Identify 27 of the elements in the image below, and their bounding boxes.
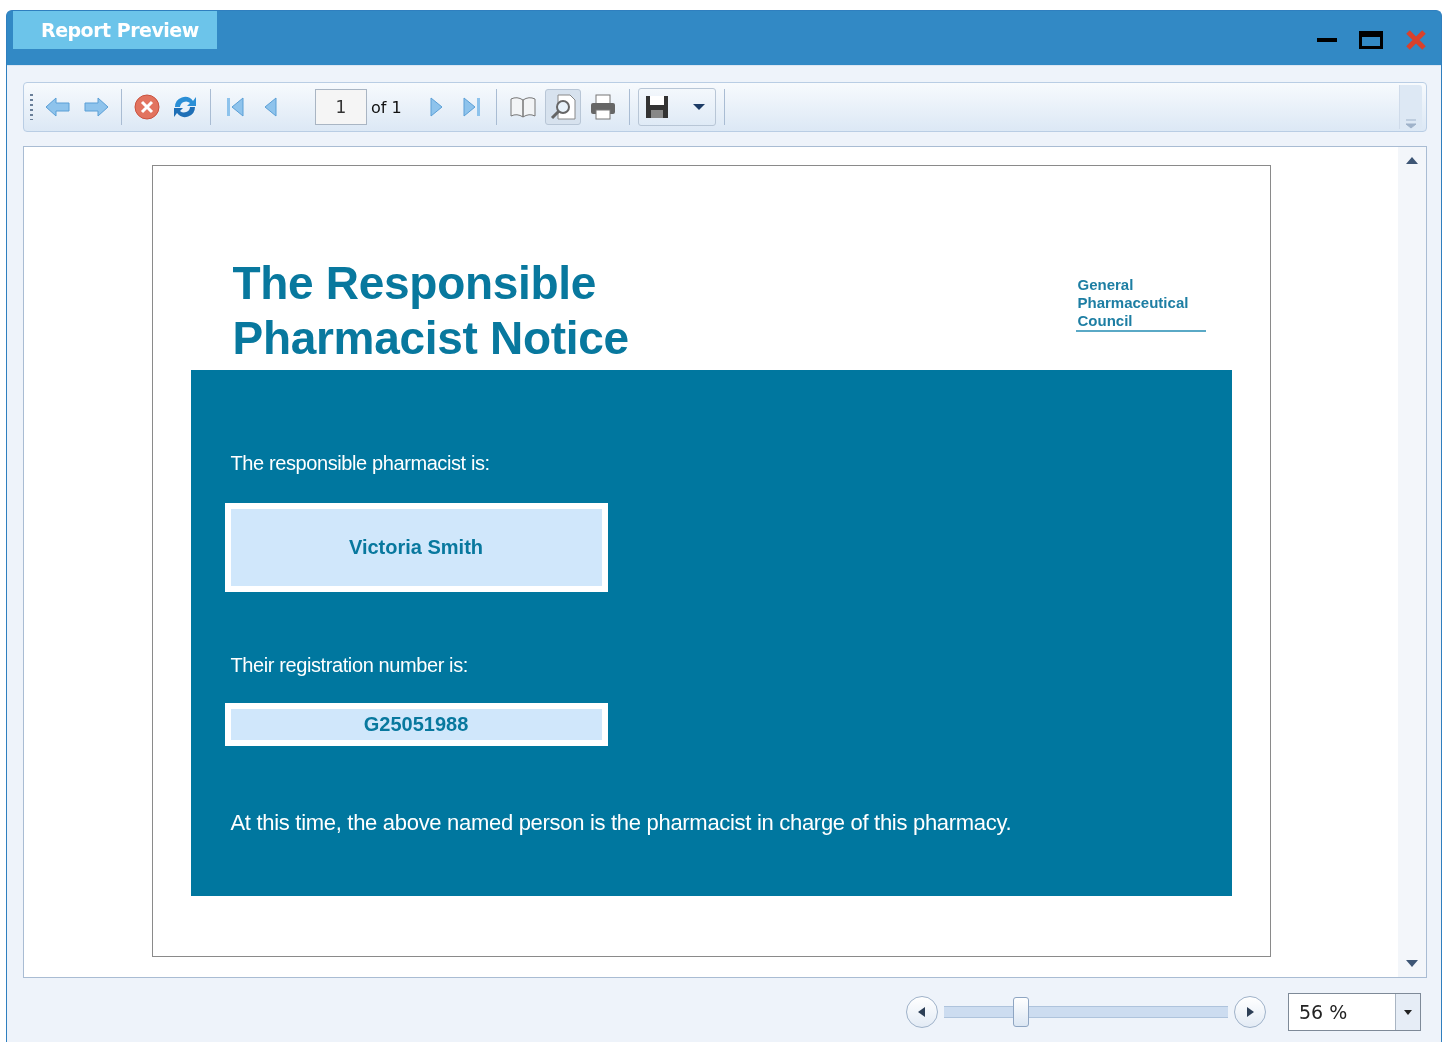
zoom-in-button[interactable] <box>1234 996 1266 1028</box>
maximize-icon[interactable] <box>1359 31 1383 49</box>
save-button[interactable] <box>637 88 716 126</box>
left-arrow-icon <box>918 1007 926 1017</box>
window-title: Report Preview <box>13 11 217 49</box>
registration-number: G25051988 <box>224 703 608 746</box>
slider-thumb[interactable] <box>1012 997 1029 1027</box>
zoom-dropdown[interactable]: 56 % <box>1288 993 1421 1031</box>
search-icon[interactable] <box>544 89 581 125</box>
pharmacist-label: The responsible pharmacist is: <box>230 452 490 475</box>
statement-text: At this time, the above named person is the pharmacist in charge of this pharmacy. <box>230 810 1012 836</box>
registration-label: Their registration number is: <box>230 654 468 677</box>
scroll-down-icon[interactable] <box>1406 960 1418 967</box>
caret-icon[interactable] <box>1404 1009 1412 1015</box>
pharmacist-name: Victoria Smith <box>224 503 608 592</box>
toolbar-grip[interactable] <box>30 94 33 120</box>
minimize-icon[interactable] <box>1317 37 1337 43</box>
council-logo: General Pharmaceutical Council <box>1075 276 1206 332</box>
caret-icon <box>692 103 705 111</box>
page-count: of 1 <box>371 97 402 117</box>
page-number-field[interactable]: 1 <box>315 89 367 125</box>
zoom-out-button[interactable] <box>906 996 938 1028</box>
scroll-up-icon[interactable] <box>1406 157 1418 164</box>
caret-icon <box>1406 119 1416 129</box>
right-arrow-icon <box>1246 1007 1254 1017</box>
vertical-scrollbar[interactable] <box>1398 147 1426 977</box>
report-title: The Responsible Pharmacist Notice <box>232 256 629 366</box>
